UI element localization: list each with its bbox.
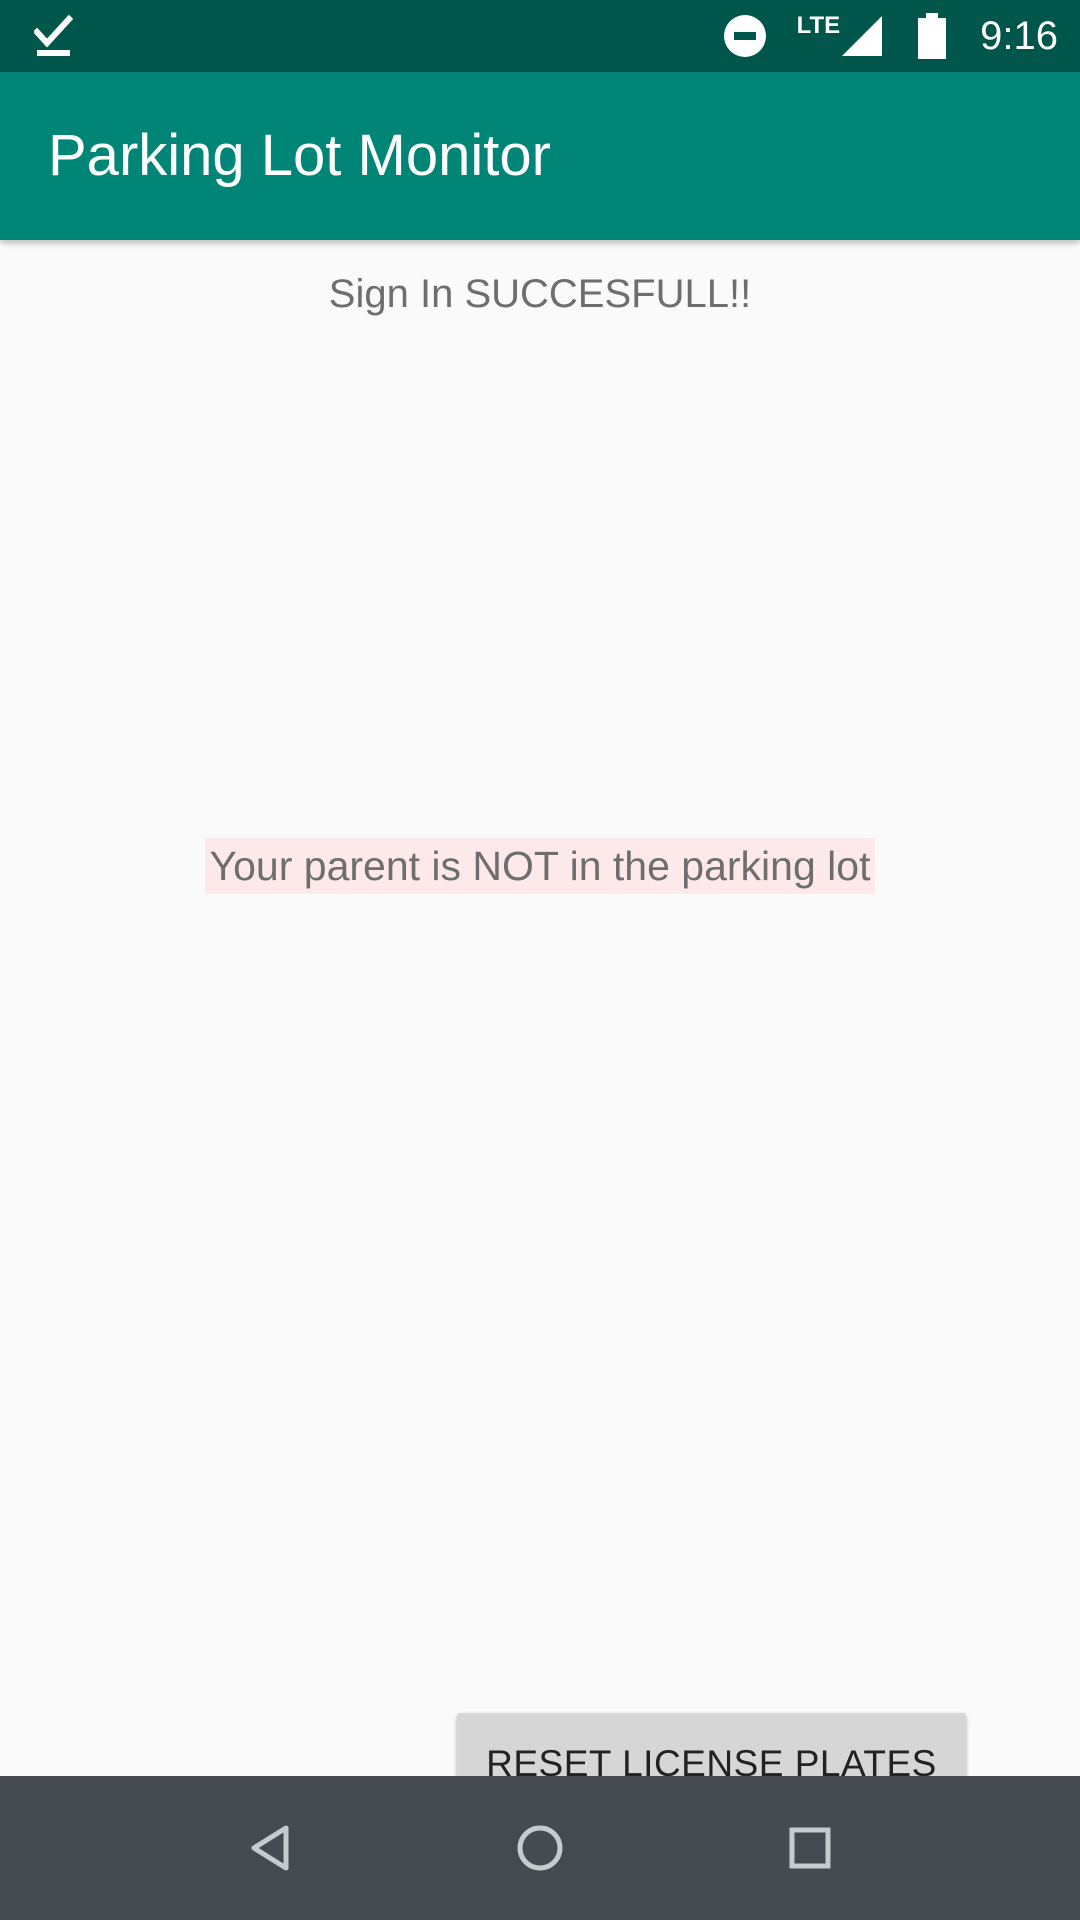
recents-icon bbox=[789, 1827, 831, 1869]
app-bar: Parking Lot Monitor bbox=[0, 72, 1080, 240]
back-button[interactable] bbox=[220, 1798, 320, 1898]
back-icon bbox=[251, 1825, 289, 1871]
navigation-bar bbox=[0, 1776, 1080, 1920]
parent-status-text: Your parent is NOT in the parking lot bbox=[205, 838, 875, 894]
battery-icon bbox=[918, 13, 947, 59]
status-icons: LTE 9:16 bbox=[723, 0, 1058, 72]
signin-message: Sign In SUCCESFULL!! bbox=[328, 272, 752, 316]
do-not-disturb-icon bbox=[723, 15, 766, 57]
checkmark-icon bbox=[34, 14, 74, 56]
signal-icon bbox=[842, 16, 883, 56]
home-icon bbox=[517, 1825, 563, 1871]
recents-button[interactable] bbox=[760, 1798, 860, 1898]
app-title: Parking Lot Monitor bbox=[48, 123, 551, 188]
status-time: 9:16 bbox=[980, 13, 1058, 58]
home-button[interactable] bbox=[490, 1798, 590, 1898]
status-bar: LTE 9:16 bbox=[0, 0, 1080, 72]
network-type-label: LTE bbox=[796, 12, 841, 39]
